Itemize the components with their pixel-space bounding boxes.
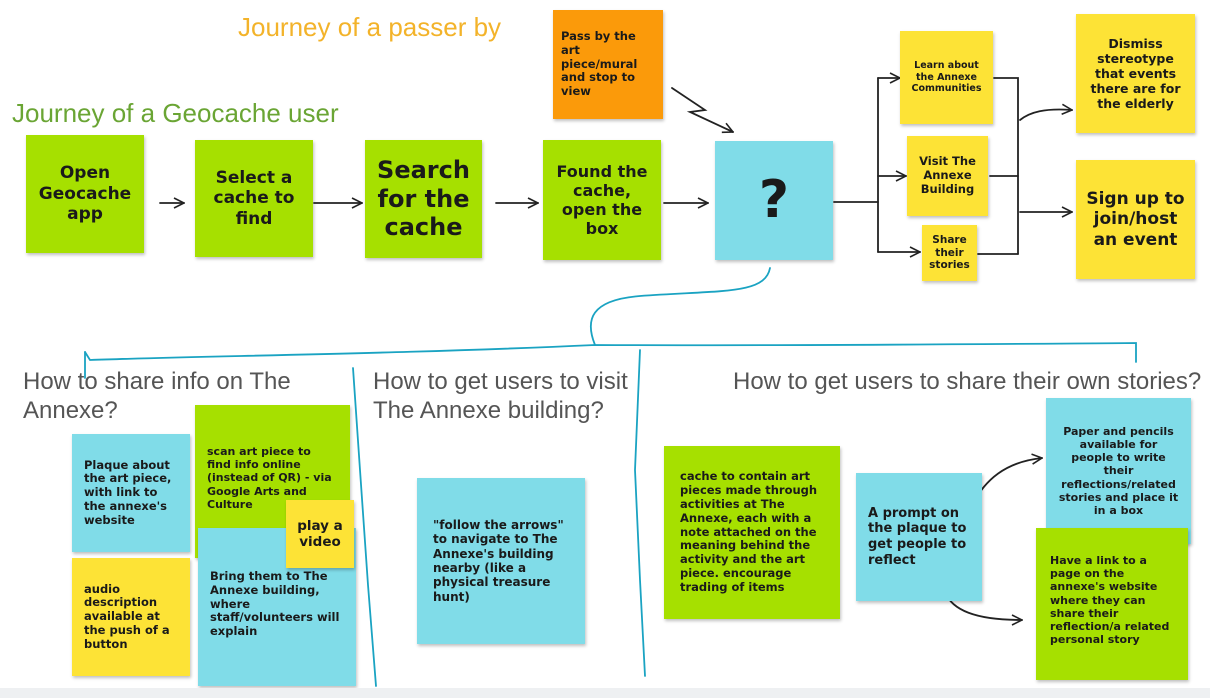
note-text: Open Geocache app [38,163,132,225]
arrow-passby-to-question [671,87,733,132]
note-visit: Visit The Annexe Building [907,136,988,216]
note-text: Plaque about the art piece, with link to… [84,457,172,527]
note-video: play a video [286,500,354,568]
whiteboard: Journey of a passer by Journey of a Geoc… [0,0,1210,698]
note-plaque: Plaque about the art piece, with link to… [72,434,190,552]
connector-learn-out [993,77,1019,255]
note-select-cache: Select a cache to find [195,140,313,257]
note-text: Visit The Annexe Building [919,154,976,196]
bottom-scroll-strip [0,688,1210,698]
note-text: Share their stories [929,234,970,272]
note-text: audio description available at the push … [84,581,170,651]
note-question: ? [715,141,833,260]
arrow-to-dismiss [1019,109,1072,121]
note-text: Found the cache, open the box [556,161,648,239]
note-text: play a video [297,517,343,550]
divider-2 [634,349,646,677]
arrow-prompt-to-paper [971,458,1042,506]
note-text: Search for the cache [377,155,470,242]
note-text: Paper and pencils available for people t… [1058,424,1179,517]
heading-share-stories: How to get users to share their own stor… [733,368,1202,395]
note-text: Have a link to a page on the annexe's we… [1050,554,1170,647]
note-pass-by: Pass by the art piece/mural and stop to … [553,10,663,119]
note-signup: Sign up to join/host an event [1076,160,1195,279]
note-found-cache: Found the cache, open the box [543,140,661,260]
note-text: Dismiss stereotype that events there are… [1090,36,1181,111]
heading-visit-building: How to get users to visit The Annexe bui… [373,368,628,424]
note-open-app: Open Geocache app [26,135,144,253]
note-text: cache to contain art pieces made through… [680,469,818,594]
note-text: A prompt on the plaque to get people to … [868,505,967,568]
note-paper: Paper and pencils available for people t… [1046,398,1191,544]
divider-top-line [84,342,1137,363]
note-link: Have a link to a page on the annexe's we… [1036,528,1188,680]
note-text: Select a cache to find [213,167,295,229]
divider-branch-curve [589,267,771,346]
heading-geocache: Journey of a Geocache user [12,98,339,128]
note-share: Share their stories [922,225,977,281]
note-search-cache: Search for the cache [365,140,482,258]
note-prompt: A prompt on the plaque to get people to … [856,473,982,601]
heading-passer-by: Journey of a passer by [238,12,502,42]
note-learn: Learn about the Annexe Communities [900,31,993,124]
note-text: Bring them to The Annexe building, where… [210,569,340,639]
note-dismiss: Dismiss stereotype that events there are… [1076,14,1195,133]
note-text: Sign up to join/host an event [1086,188,1185,250]
note-text: "follow the arrows" to navigate to The A… [433,517,564,604]
note-cache-art: cache to contain art pieces made through… [664,446,840,619]
note-text: Pass by the art piece/mural and stop to … [561,29,638,99]
note-follow-arrows: "follow the arrows" to navigate to The A… [417,478,585,644]
note-text: Learn about the Annexe Communities [911,60,982,95]
note-audio: audio description available at the push … [72,558,190,676]
note-text: ? [758,170,790,231]
